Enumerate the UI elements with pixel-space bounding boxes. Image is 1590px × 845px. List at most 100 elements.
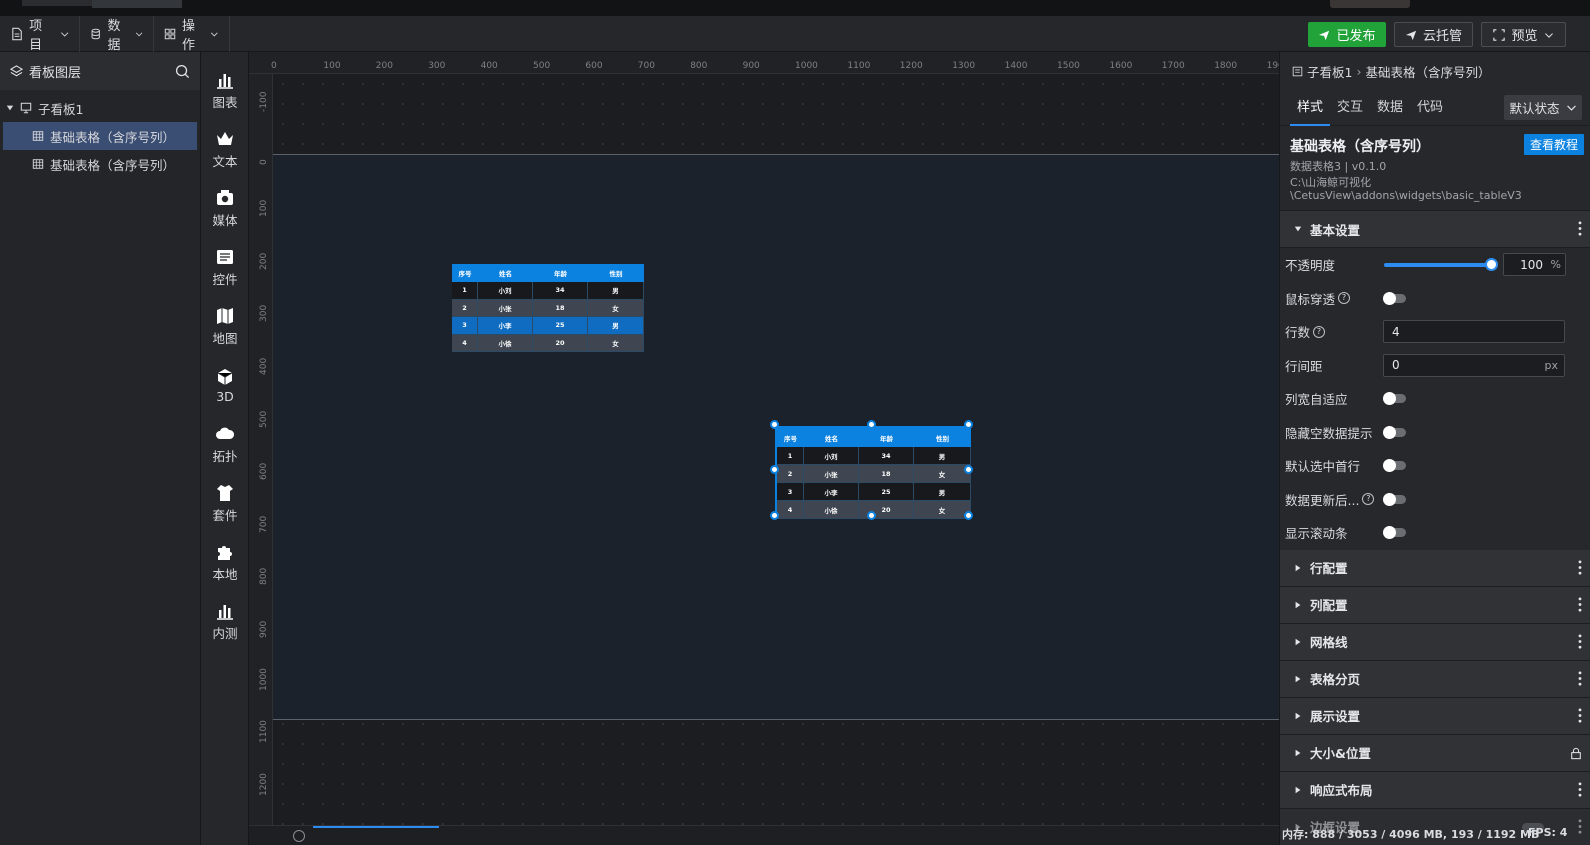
ruler-tick-label: 700 <box>259 515 269 533</box>
tab-data[interactable]: 数据 <box>1370 90 1410 126</box>
palette-media[interactable]: 媒体 <box>201 180 249 236</box>
info-icon[interactable] <box>293 830 305 842</box>
section-header[interactable]: 展示设置 <box>1280 697 1590 735</box>
opacity-slider-knob[interactable] <box>1485 258 1498 271</box>
help-icon[interactable]: ? <box>1338 292 1351 305</box>
more-vertical-icon[interactable] <box>1578 781 1582 797</box>
more-vertical-icon[interactable] <box>1578 633 1582 649</box>
tab-style[interactable]: 样式 <box>1290 90 1330 126</box>
table-header-cell: 姓名 <box>478 264 533 282</box>
palette-topology[interactable]: 拓扑 <box>201 416 249 472</box>
resize-handle[interactable] <box>770 465 779 474</box>
board-icon <box>1292 66 1303 76</box>
help-icon[interactable]: ? <box>1362 493 1375 506</box>
more-vertical-icon[interactable] <box>1578 596 1582 612</box>
bar-chart-icon <box>217 73 233 89</box>
project-menu[interactable]: 项目 <box>0 16 80 53</box>
mouse-through-row: 鼠标穿透? <box>1280 282 1590 316</box>
resize-handle[interactable] <box>770 420 779 429</box>
layers-panel: 看板图层 子看板1 基础表格（含序号列） 基础表格（含序号列） <box>0 52 201 845</box>
table-cell: 34 <box>533 282 588 300</box>
table-header-cell: 年龄 <box>859 428 914 447</box>
ruler-tick-label: 1100 <box>259 720 269 744</box>
operations-menu[interactable]: 操作 <box>154 16 230 53</box>
table-cell: 小刘 <box>804 447 859 465</box>
connection-status <box>1330 0 1410 8</box>
window-tab-active[interactable] <box>92 0 182 8</box>
search-icon[interactable] <box>175 64 190 79</box>
tab-code[interactable]: 代码 <box>1410 90 1450 126</box>
resize-handle[interactable] <box>964 465 973 474</box>
caret-down-icon[interactable] <box>6 104 14 112</box>
widget-path: \CetusView\addons\widgets\basic_tableV3 <box>1290 189 1522 202</box>
row-gap-input[interactable]: 0 px <box>1383 353 1565 377</box>
database-icon <box>91 28 100 40</box>
section-header[interactable]: 响应式布局 <box>1280 771 1590 809</box>
col-auto-toggle[interactable] <box>1383 392 1406 405</box>
ruler-tick-label: 1600 <box>1109 61 1133 71</box>
layer-item[interactable]: 基础表格（含序号列） <box>0 150 200 178</box>
horizontal-ruler: 0 100 200 300 400 500 600 700 800 900 1000 1100 1200… <box>249 52 1279 74</box>
palette-chart[interactable]: 图表 <box>201 62 249 118</box>
section-header[interactable]: 表格分页 <box>1280 660 1590 698</box>
breadcrumb-parent[interactable]: 子看板1 <box>1307 62 1352 81</box>
palette-3d[interactable]: 3D <box>201 357 249 413</box>
ruler-tick-label: 200 <box>259 252 269 270</box>
after-update-toggle[interactable] <box>1383 492 1406 506</box>
palette-local[interactable]: 本地 <box>201 534 249 590</box>
palette-beta[interactable]: 内测 <box>201 593 249 649</box>
resize-handle[interactable] <box>867 420 876 429</box>
mouse-through-toggle[interactable] <box>1383 291 1406 305</box>
fps-status: FPS: 4 <box>1528 826 1568 839</box>
layer-group-subboard[interactable]: 子看板1 <box>0 94 200 122</box>
tab-interaction[interactable]: 交互 <box>1330 90 1370 126</box>
rows-input[interactable]: 4 <box>1383 320 1565 343</box>
resize-handle[interactable] <box>867 511 876 520</box>
ruler-tick-label: -100 <box>259 91 269 112</box>
more-vertical-icon[interactable] <box>1578 818 1582 834</box>
basic-table-widget-selected[interactable]: 序号 姓名 年龄 性别 1 小刘 34 男 2 小张 18 女 3 小李 25 男 4 小徐 20 女 <box>775 426 971 519</box>
state-select[interactable]: 默认状态 <box>1504 95 1582 120</box>
ruler-tick-label: 1200 <box>899 61 923 71</box>
section-header[interactable]: 行配置 <box>1280 549 1590 587</box>
table-cell: 小徐 <box>804 501 859 519</box>
layer-item[interactable]: 基础表格（含序号列） <box>3 122 197 150</box>
more-vertical-icon[interactable] <box>1578 670 1582 686</box>
section-header[interactable]: 网格线 <box>1280 623 1590 661</box>
opacity-input[interactable]: 100 % <box>1503 253 1566 276</box>
palette-suite[interactable]: 套件 <box>201 475 249 531</box>
select-first-toggle[interactable] <box>1383 459 1406 472</box>
resize-handle[interactable] <box>770 511 779 520</box>
resize-handle[interactable] <box>964 511 973 520</box>
data-menu[interactable]: 数据 <box>80 16 154 53</box>
help-icon[interactable]: ? <box>1313 325 1326 338</box>
more-vertical-icon[interactable] <box>1578 707 1582 723</box>
layers-icon <box>10 64 23 76</box>
tutorial-button[interactable]: 查看教程 <box>1523 134 1584 155</box>
table-cell: 3 <box>452 317 478 335</box>
cloud-hosting-button[interactable]: 云托管 <box>1394 22 1473 47</box>
section-basic-settings[interactable]: 基本设置 <box>1280 211 1590 248</box>
palette-map[interactable]: 地图 <box>201 298 249 354</box>
hide-empty-toggle[interactable] <box>1383 425 1406 439</box>
editor-canvas[interactable]: 0 100 200 300 400 500 600 700 800 900 1000 1100 1200… <box>249 52 1279 825</box>
section-header[interactable]: 大小&位置 <box>1280 734 1590 772</box>
preview-button[interactable]: 预览 <box>1481 22 1566 47</box>
chevron-down-icon <box>211 32 219 37</box>
palette-text[interactable]: 文本 <box>201 121 249 177</box>
col-auto-row: 列宽自适应 <box>1280 382 1590 416</box>
section-header[interactable]: 列配置 <box>1280 586 1590 624</box>
opacity-slider[interactable] <box>1384 263 1490 267</box>
resize-handle[interactable] <box>964 420 973 429</box>
basic-table-widget[interactable]: 序号 姓名 年龄 性别 1 小刘 34 男 2 小张 18 女 3 小李 25 男 4 小徐 20 女 <box>452 264 644 352</box>
table-cell: 男 <box>588 282 644 300</box>
more-vertical-icon[interactable] <box>1578 221 1582 236</box>
more-vertical-icon[interactable] <box>1578 559 1582 575</box>
palette-control[interactable]: 控件 <box>201 239 249 295</box>
show-scroll-toggle[interactable] <box>1383 526 1406 539</box>
published-button[interactable]: 已发布 <box>1308 22 1386 47</box>
window-tab[interactable] <box>22 0 92 6</box>
lock-icon[interactable] <box>1570 747 1582 760</box>
canvas-bottom-bar <box>249 825 1279 845</box>
ruler-tick-label: 1400 <box>1004 61 1028 71</box>
